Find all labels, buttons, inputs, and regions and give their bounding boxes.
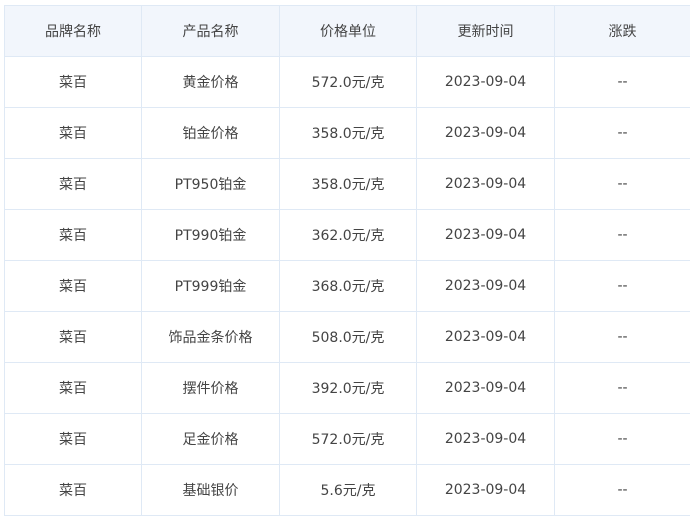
cell-date: 2023-09-04 <box>416 413 555 465</box>
cell-price: 572.0元/克 <box>279 413 417 465</box>
gold-price-table: 品牌名称 产品名称 价格单位 更新时间 涨跌 菜百 黄金价格 572.0元/克 … <box>4 5 690 516</box>
cell-change: -- <box>554 107 690 159</box>
table-row: 菜百 PT950铂金 358.0元/克 2023-09-04 -- <box>4 158 690 210</box>
cell-brand: 菜百 <box>4 311 142 363</box>
cell-product: 基础银价 <box>141 464 280 516</box>
table-header: 品牌名称 产品名称 价格单位 更新时间 涨跌 <box>4 5 690 57</box>
cell-date: 2023-09-04 <box>416 464 555 516</box>
cell-price: 368.0元/克 <box>279 260 417 312</box>
header-price-unit: 价格单位 <box>279 5 417 57</box>
cell-price: 508.0元/克 <box>279 311 417 363</box>
cell-product: 铂金价格 <box>141 107 280 159</box>
cell-price: 572.0元/克 <box>279 56 417 108</box>
price-table-container: 品牌名称 产品名称 价格单位 更新时间 涨跌 菜百 黄金价格 572.0元/克 … <box>4 5 690 519</box>
cell-brand: 菜百 <box>4 209 142 261</box>
cell-brand: 菜百 <box>4 464 142 516</box>
cell-product: 黄金价格 <box>141 56 280 108</box>
cell-product: 足金价格 <box>141 413 280 465</box>
cell-date: 2023-09-04 <box>416 311 555 363</box>
cell-brand: 菜百 <box>4 260 142 312</box>
cell-product: PT990铂金 <box>141 209 280 261</box>
table-row: 菜百 PT990铂金 362.0元/克 2023-09-04 -- <box>4 209 690 261</box>
table-row: 菜百 PT999铂金 368.0元/克 2023-09-04 -- <box>4 260 690 312</box>
header-change: 涨跌 <box>554 5 690 57</box>
cell-price: 362.0元/克 <box>279 209 417 261</box>
table-row: 菜百 饰品金条价格 508.0元/克 2023-09-04 -- <box>4 311 690 363</box>
table-row: 菜百 黄金价格 572.0元/克 2023-09-04 -- <box>4 56 690 108</box>
cell-date: 2023-09-04 <box>416 56 555 108</box>
cell-change: -- <box>554 260 690 312</box>
header-product: 产品名称 <box>141 5 280 57</box>
cell-price: 358.0元/克 <box>279 107 417 159</box>
table-row: 菜百 基础银价 5.6元/克 2023-09-04 -- <box>4 464 690 516</box>
table-row: 菜百 足金价格 572.0元/克 2023-09-04 -- <box>4 413 690 465</box>
cell-brand: 菜百 <box>4 362 142 414</box>
cell-date: 2023-09-04 <box>416 107 555 159</box>
cell-brand: 菜百 <box>4 107 142 159</box>
cell-change: -- <box>554 209 690 261</box>
cell-change: -- <box>554 464 690 516</box>
cell-brand: 菜百 <box>4 56 142 108</box>
table-row: 菜百 摆件价格 392.0元/克 2023-09-04 -- <box>4 362 690 414</box>
cell-change: -- <box>554 362 690 414</box>
cell-date: 2023-09-04 <box>416 362 555 414</box>
table-body: 菜百 黄金价格 572.0元/克 2023-09-04 -- 菜百 铂金价格 3… <box>4 56 690 516</box>
table-row: 菜百 铂金价格 358.0元/克 2023-09-04 -- <box>4 107 690 159</box>
cell-product: 饰品金条价格 <box>141 311 280 363</box>
cell-product: PT950铂金 <box>141 158 280 210</box>
cell-brand: 菜百 <box>4 158 142 210</box>
cell-change: -- <box>554 311 690 363</box>
cell-date: 2023-09-04 <box>416 260 555 312</box>
cell-change: -- <box>554 56 690 108</box>
cell-price: 5.6元/克 <box>279 464 417 516</box>
cell-product: 摆件价格 <box>141 362 280 414</box>
cell-brand: 菜百 <box>4 413 142 465</box>
cell-price: 358.0元/克 <box>279 158 417 210</box>
cell-change: -- <box>554 413 690 465</box>
header-row: 品牌名称 产品名称 价格单位 更新时间 涨跌 <box>4 5 690 57</box>
header-brand: 品牌名称 <box>4 5 142 57</box>
cell-change: -- <box>554 158 690 210</box>
cell-date: 2023-09-04 <box>416 158 555 210</box>
cell-date: 2023-09-04 <box>416 209 555 261</box>
header-update-time: 更新时间 <box>416 5 555 57</box>
cell-price: 392.0元/克 <box>279 362 417 414</box>
cell-product: PT999铂金 <box>141 260 280 312</box>
